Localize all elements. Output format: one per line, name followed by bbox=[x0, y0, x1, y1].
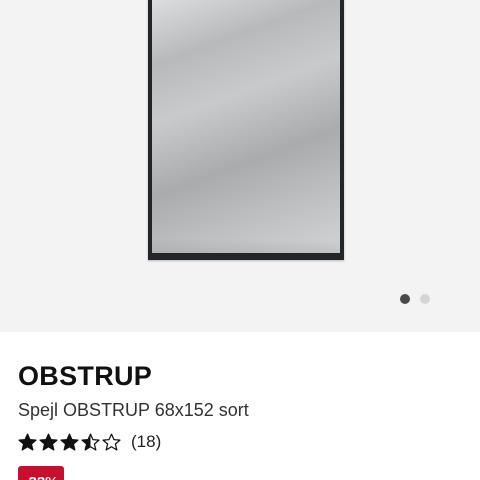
star-outline-icon bbox=[102, 433, 121, 451]
product-image[interactable] bbox=[148, 0, 344, 260]
rating-stars bbox=[18, 433, 121, 452]
product-page: OBSTRUP Spejl OBSTRUP 68x152 sort (18) -… bbox=[0, 0, 480, 480]
product-rating[interactable]: (18) bbox=[18, 431, 161, 453]
mirror-glass bbox=[152, 0, 340, 253]
star-icon bbox=[18, 433, 37, 451]
star-half-icon bbox=[81, 433, 100, 451]
star-icon bbox=[39, 433, 58, 451]
product-title[interactable]: Spejl OBSTRUP 68x152 sort bbox=[18, 399, 249, 421]
product-brand: OBSTRUP bbox=[18, 361, 153, 391]
star-icon bbox=[60, 433, 79, 451]
product-image-gallery[interactable] bbox=[0, 0, 480, 332]
discount-badge: -33% bbox=[18, 466, 64, 480]
gallery-dot-2[interactable] bbox=[420, 294, 430, 304]
review-count[interactable]: (18) bbox=[131, 431, 161, 453]
gallery-pagination bbox=[400, 294, 430, 304]
gallery-dot-1[interactable] bbox=[400, 294, 410, 304]
